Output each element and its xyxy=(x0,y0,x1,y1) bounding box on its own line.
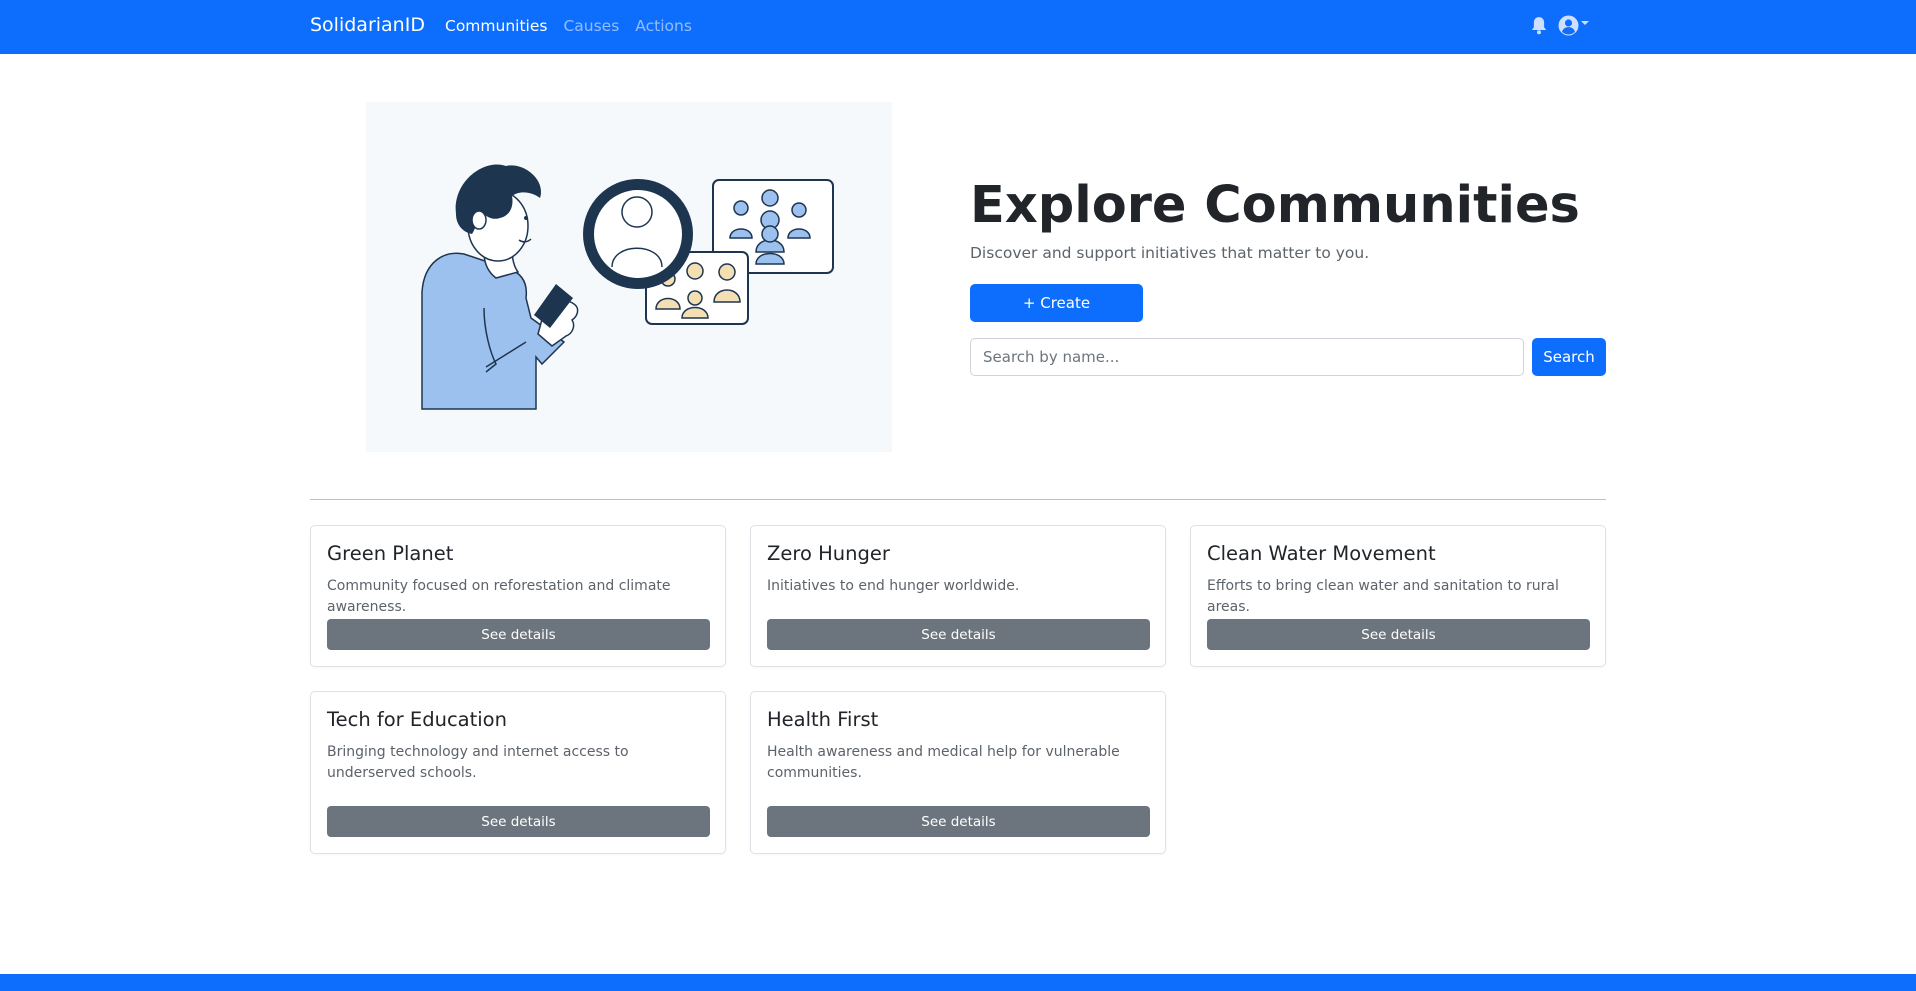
create-community-button[interactable]: + Create Community xyxy=(970,284,1143,350)
brand-logo[interactable]: SolidarianID xyxy=(310,14,425,36)
caret-down-icon xyxy=(1581,20,1589,25)
user-menu-toggle[interactable] xyxy=(1558,15,1589,36)
card-description: Efforts to bring clean water and sanitat… xyxy=(1207,578,1559,615)
card-title: Tech for Education xyxy=(327,708,507,731)
card-title: Green Planet xyxy=(327,542,454,565)
nav-link-communities[interactable]: Communities xyxy=(445,17,547,35)
community-card-tech-education: Tech for Education Bringing technology a… xyxy=(310,691,726,854)
search-button[interactable]: Search xyxy=(1532,338,1606,376)
nav-right xyxy=(1530,15,1589,36)
top-navbar: SolidarianID Communities Causes Actions xyxy=(0,0,1916,54)
card-title: Zero Hunger xyxy=(767,542,890,565)
page-subtitle: Discover and support initiatives that ma… xyxy=(970,244,1370,262)
bell-icon[interactable] xyxy=(1530,16,1548,36)
page-title: Explore Communities xyxy=(970,176,1580,235)
card-description: Health awareness and medical help for vu… xyxy=(767,744,1120,781)
see-details-button[interactable]: See details xyxy=(1207,619,1590,650)
community-card-green-planet: Green Planet Community focused on refore… xyxy=(310,525,726,667)
card-description: Bringing technology and internet access … xyxy=(327,744,629,781)
card-title: Health First xyxy=(767,708,879,731)
see-details-button[interactable]: See details xyxy=(327,806,710,837)
hero-section: Explore Communities Discover and support… xyxy=(970,176,1606,376)
community-card-health-first: Health First Health awareness and medica… xyxy=(750,691,1166,854)
search-input[interactable] xyxy=(970,338,1524,376)
footer-bar xyxy=(0,974,1916,991)
user-circle-icon xyxy=(1558,15,1579,36)
card-description: Initiatives to end hunger worldwide. xyxy=(767,578,1020,594)
nav-link-actions[interactable]: Actions xyxy=(635,17,692,35)
nav-link-causes[interactable]: Causes xyxy=(563,17,619,35)
see-details-button[interactable]: See details xyxy=(767,806,1150,837)
community-card-clean-water: Clean Water Movement Efforts to bring cl… xyxy=(1190,525,1606,667)
card-title: Clean Water Movement xyxy=(1207,542,1436,565)
see-details-button[interactable]: See details xyxy=(327,619,710,650)
hero-illustration xyxy=(366,102,892,452)
nav-links: Communities Causes Actions xyxy=(445,17,692,35)
section-divider xyxy=(310,499,1606,500)
see-details-button[interactable]: See details xyxy=(767,619,1150,650)
card-description: Community focused on reforestation and c… xyxy=(327,578,671,615)
people-search-illustration xyxy=(421,164,834,410)
community-card-zero-hunger: Zero Hunger Initiatives to end hunger wo… xyxy=(750,525,1166,667)
